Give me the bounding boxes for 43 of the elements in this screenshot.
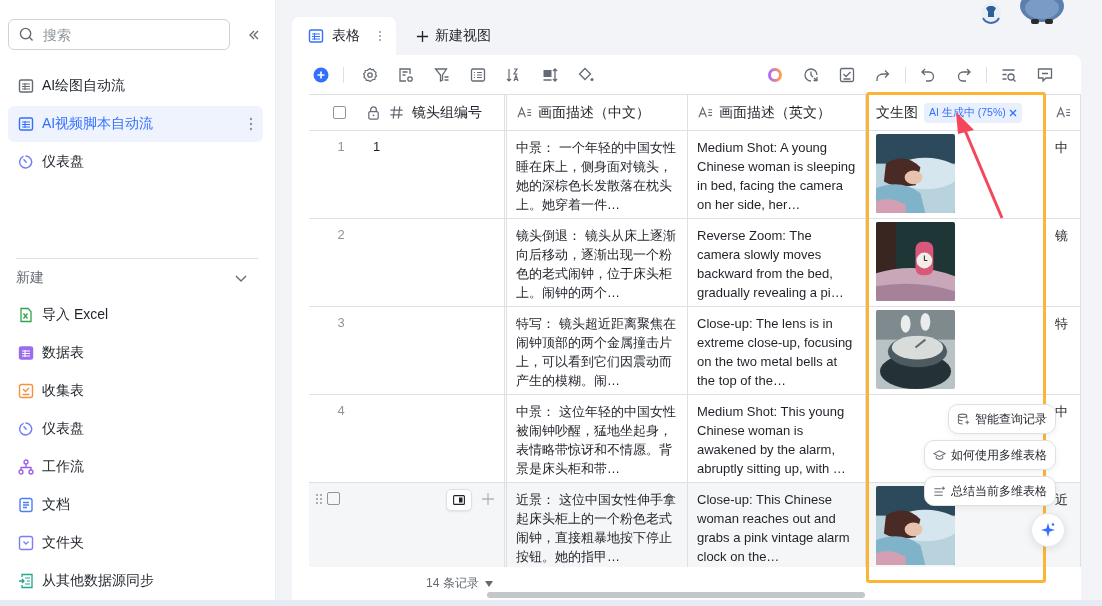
suggestion-chip[interactable]: 智能查询记录: [948, 404, 1056, 434]
create-item[interactable]: 收集表: [8, 372, 263, 410]
table-cell: 特: [1055, 316, 1068, 331]
table-cell: Close-up: This Chinese woman reaches out and grabs a pink vintage alarm clock on the…: [697, 492, 850, 564]
table-cell: Reverse Zoom: The camera slowly moves backward from the bed, gradually revealing a pi…: [697, 228, 844, 300]
table-cell: 近: [1055, 492, 1068, 507]
table-cell: 中景： 这位年轻的中国女性被闹钟吵醒，猛地坐起身，表情略带惊讶和不情愿。背景是床头柜和带…: [516, 404, 676, 476]
record-count-dropdown[interactable]: 14 条记录: [426, 575, 493, 592]
column-header[interactable]: 画面描述（中文）: [538, 103, 650, 122]
new-view-button[interactable]: 新建视图: [396, 17, 505, 55]
table-cell: 特写： 镜头超近距离聚焦在闹钟顶部的两个金属撞击片上，可以看到它们因震动而产生的模糊。闹…: [516, 316, 676, 388]
column-header[interactable]: 镜头组编号: [412, 103, 482, 122]
table-cell: 镜: [1055, 228, 1068, 243]
table-cell: 中: [1055, 140, 1068, 155]
table-cell: 中: [1055, 404, 1068, 419]
sidebar-item[interactable]: AI绘图自动流: [8, 68, 263, 104]
table-cell: Close-up: The lens is in extreme close-up, focusing on the two metal bells at the top of the…: [697, 316, 853, 388]
create-item[interactable]: 从其他数据源同步: [8, 562, 263, 600]
row-number: 4: [336, 402, 346, 420]
suggestion-chip[interactable]: 总结当前多维表格: [924, 476, 1056, 506]
table-cell: Medium Shot: This young Chinese woman is awakened by the alarm, abruptly sitting up, with …: [697, 404, 846, 476]
search-field[interactable]: 搜索: [8, 19, 230, 50]
create-item[interactable]: 文件夹: [8, 524, 263, 562]
column-header[interactable]: 文生图: [876, 103, 918, 122]
sidebar-item[interactable]: 仪表盘: [8, 144, 263, 180]
row-number: 1: [336, 138, 346, 156]
create-item[interactable]: 导入 Excel: [8, 296, 263, 334]
create-item[interactable]: 仪表盘: [8, 410, 263, 448]
create-item[interactable]: 文档: [8, 486, 263, 524]
table-cell: 中景： 一个年轻的中国女性睡在床上，侧身面对镜头，她的深棕色长发散落在枕头上。她穿着一件…: [516, 140, 676, 212]
table-cell: 近景： 这位中国女性伸手拿起床头柜上的一个粉色老式闹钟，直接粗暴地按下停止按钮。她的指甲…: [516, 492, 676, 564]
section-title: 新建: [16, 268, 44, 287]
view-tab[interactable]: 表格: [292, 17, 396, 55]
row-number: 3: [336, 314, 346, 332]
sidebar-item[interactable]: AI视频脚本自动流: [8, 106, 263, 142]
column-header[interactable]: 画面描述（英文）: [719, 103, 831, 122]
create-item[interactable]: 数据表: [8, 334, 263, 372]
table-cell: 镜头倒退： 镜头从床上逐渐向后移动，逐渐出现一个粉色的老式闹钟，位于床头柜上。闹钟的两个…: [516, 228, 676, 300]
table-cell: Medium Shot: A young Chinese woman is sleeping in bed, facing the camera on her side, her…: [697, 140, 856, 212]
table-cell-text: 1: [373, 138, 381, 156]
create-item[interactable]: 工作流: [8, 448, 263, 486]
row-number: 2: [336, 226, 346, 244]
suggestion-chip[interactable]: 如何使用多维表格: [924, 440, 1056, 470]
